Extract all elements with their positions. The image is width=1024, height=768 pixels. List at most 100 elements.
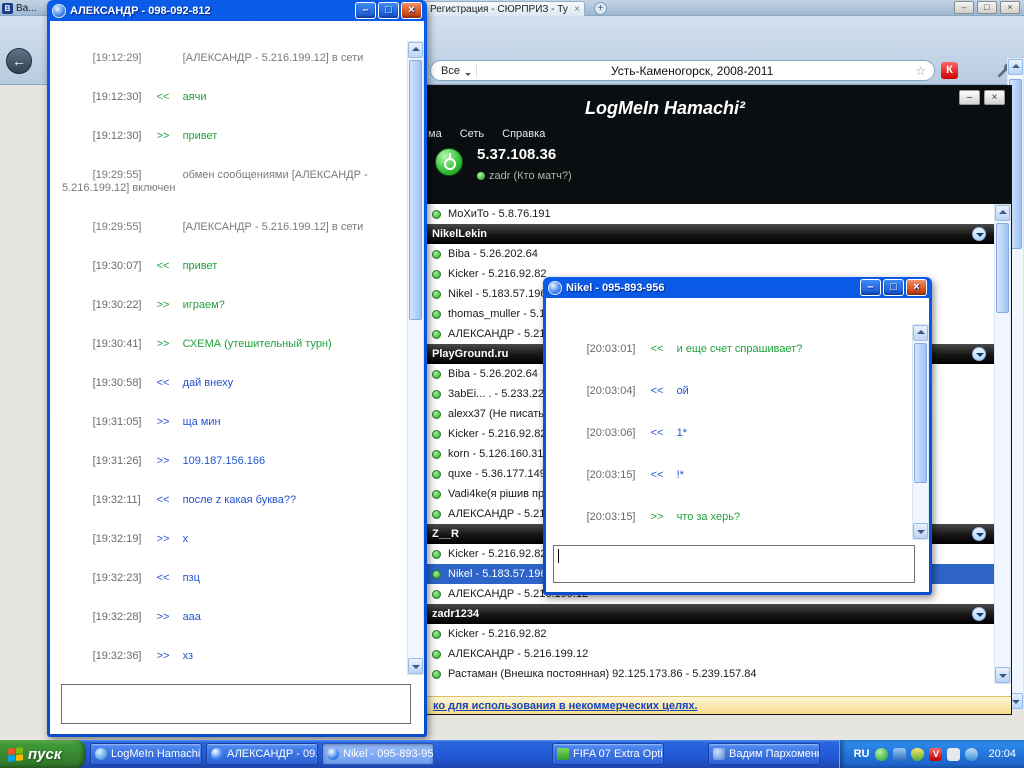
scroll-up-icon[interactable]: [995, 205, 1010, 221]
chat-message: [19:12:29] [АЛЕКСАНДР - 5.216.199.12] в с…: [62, 39, 405, 78]
message-text: что за херь?: [676, 511, 741, 523]
chat-nikel-titlebar[interactable]: Nikel - 095-893-956 – □ ×: [546, 277, 929, 298]
network-row[interactable]: Biba - 5.26.202.64: [425, 244, 994, 264]
chat-scrollbar[interactable]: [912, 324, 929, 540]
clock[interactable]: 20:04: [984, 748, 1016, 760]
chat-message: [20:03:01] << и еще счет спрашивает?: [556, 328, 910, 370]
message-time: [19:32:11]: [92, 494, 141, 506]
scroll-up-icon[interactable]: [408, 42, 423, 58]
taskbar-button[interactable]: FIFA 07 Extra Opti...: [552, 743, 664, 765]
network-row[interactable]: NikelLekin: [425, 224, 994, 244]
license-link[interactable]: ко для использования в некоммерческих це…: [425, 696, 1011, 714]
message-direction: <<: [650, 427, 664, 439]
hamachi-close-button[interactable]: ×: [984, 90, 1005, 105]
chat-scrollbar[interactable]: [407, 41, 424, 675]
browser-minimize-button[interactable]: –: [954, 1, 974, 14]
scroll-down-icon[interactable]: [995, 667, 1010, 683]
volume-icon[interactable]: [947, 747, 961, 761]
chat-input[interactable]: [553, 545, 915, 583]
hamachi-scrollbar[interactable]: [994, 204, 1011, 684]
minimize-button[interactable]: –: [860, 279, 881, 296]
chevron-down-icon[interactable]: [972, 527, 986, 541]
chevron-down-icon[interactable]: [972, 227, 986, 241]
minimize-button[interactable]: –: [355, 2, 376, 19]
network-row-label: Kicker - 5.216.92.82: [448, 548, 547, 560]
taskbar-button-icon: [211, 748, 223, 760]
scroll-thumb[interactable]: [409, 60, 422, 320]
power-button[interactable]: [435, 148, 463, 176]
address-text[interactable]: Усть-Каменогорск, 2008-2011: [477, 64, 907, 78]
online-dot-icon: [477, 172, 485, 180]
tab-registration[interactable]: Регистрация - СЮРПРИЗ - Ту ×: [425, 1, 585, 16]
close-button[interactable]: ×: [906, 279, 927, 296]
message-text: и еще счет спрашивает?: [676, 343, 803, 355]
chat-message: [19:32:19] >> х: [62, 520, 405, 559]
message-text: 109.187.156.166: [182, 455, 266, 467]
online-dot-icon: [432, 389, 441, 399]
taskbar-button-icon: [95, 748, 107, 760]
tab-close-icon[interactable]: ×: [574, 4, 580, 15]
message-time: [19:31:26]: [92, 455, 142, 467]
message-time: [19:31:05]: [92, 416, 142, 428]
taskbar-button-icon: [713, 748, 725, 760]
hamachi-tray-icon[interactable]: [875, 747, 889, 761]
antivirus-badge[interactable]: К: [941, 62, 958, 79]
scroll-up-icon[interactable]: [913, 325, 928, 341]
back-button[interactable]: ←: [6, 48, 32, 74]
chevron-down-icon[interactable]: [972, 607, 986, 621]
browser-restore-button[interactable]: □: [977, 1, 997, 14]
antivirus-tray-icon[interactable]: V: [929, 747, 943, 761]
language-indicator[interactable]: RU: [854, 748, 870, 760]
chat-message: [20:03:15] >> что за херь?: [556, 496, 910, 538]
start-button[interactable]: пуск: [0, 740, 86, 768]
bookmark-star-icon[interactable]: ☆: [907, 64, 934, 78]
new-tab-button[interactable]: +: [594, 2, 607, 15]
tab-left[interactable]: В Ва...: [2, 2, 37, 15]
message-direction: <<: [156, 494, 170, 506]
network-row-label: Vadi4ke(я рішив проі: [448, 488, 553, 500]
maximize-button[interactable]: □: [883, 279, 904, 296]
message-direction: >>: [156, 611, 170, 623]
maximize-button[interactable]: □: [378, 2, 399, 19]
message-text: ща мин: [182, 416, 221, 428]
network-row[interactable]: АЛЕКСАНДР - 5.216.199.12: [425, 644, 994, 664]
message-text: играем?: [182, 299, 225, 311]
menu-item-network[interactable]: Сеть: [460, 128, 484, 140]
taskbar-button[interactable]: АЛЕКСАНДР - 09...: [206, 743, 318, 765]
message-text: !*: [676, 469, 684, 481]
chat-main-titlebar[interactable]: АЛЕКСАНДР - 098-092-812 – □ ×: [50, 0, 424, 21]
system-tray: RU V 20:04: [838, 740, 1024, 768]
message-time: [20:03:04]: [586, 385, 636, 397]
messenger-tray-icon[interactable]: [965, 747, 979, 761]
network-tray-icon[interactable]: [893, 747, 907, 761]
chevron-down-icon[interactable]: [972, 347, 986, 361]
update-shield-icon[interactable]: [911, 747, 925, 761]
online-dot-icon: [432, 309, 441, 319]
message-time: [20:03:15]: [586, 511, 636, 523]
chat-input[interactable]: [61, 684, 411, 724]
browser-close-button[interactable]: ×: [1000, 1, 1020, 14]
address-bar[interactable]: Все Усть-Каменогорск, 2008-2011 ☆: [430, 60, 935, 81]
hamachi-header: – × LogMeIn Hamachi² ма Сеть Справка 5.3…: [425, 86, 1011, 204]
network-row[interactable]: МоХиТо - 5.8.76.191: [425, 204, 994, 224]
menu-item-help[interactable]: Справка: [502, 128, 545, 140]
close-button[interactable]: ×: [401, 2, 422, 19]
taskbar-button[interactable]: LogMeIn Hamachi: [90, 743, 202, 765]
network-row[interactable]: Растаман (Внешка постоянная) 92.125.173.…: [425, 664, 994, 684]
online-dot-icon: [432, 489, 441, 499]
network-row[interactable]: Kicker - 5.216.92.82: [425, 624, 994, 644]
scroll-down-icon[interactable]: [408, 658, 423, 674]
network-row[interactable]: zadr1234: [425, 604, 994, 624]
taskbar-button[interactable]: Nikel - 095-893-956: [322, 743, 434, 765]
scroll-thumb[interactable]: [914, 343, 927, 483]
online-dot-icon: [432, 669, 441, 679]
scroll-down-icon[interactable]: [913, 523, 928, 539]
message-time: [20:03:06]: [586, 427, 636, 439]
address-mode-dropdown[interactable]: Все: [431, 64, 477, 77]
taskbar-button[interactable]: Вадим Пархоменк...: [708, 743, 820, 765]
scroll-thumb[interactable]: [996, 223, 1009, 313]
hamachi-minimize-button[interactable]: –: [959, 90, 980, 105]
scroll-up-icon[interactable]: [1008, 59, 1023, 75]
menu-item-system[interactable]: ма: [428, 128, 442, 140]
chat-nikel-title: Nikel - 095-893-956: [566, 281, 665, 294]
